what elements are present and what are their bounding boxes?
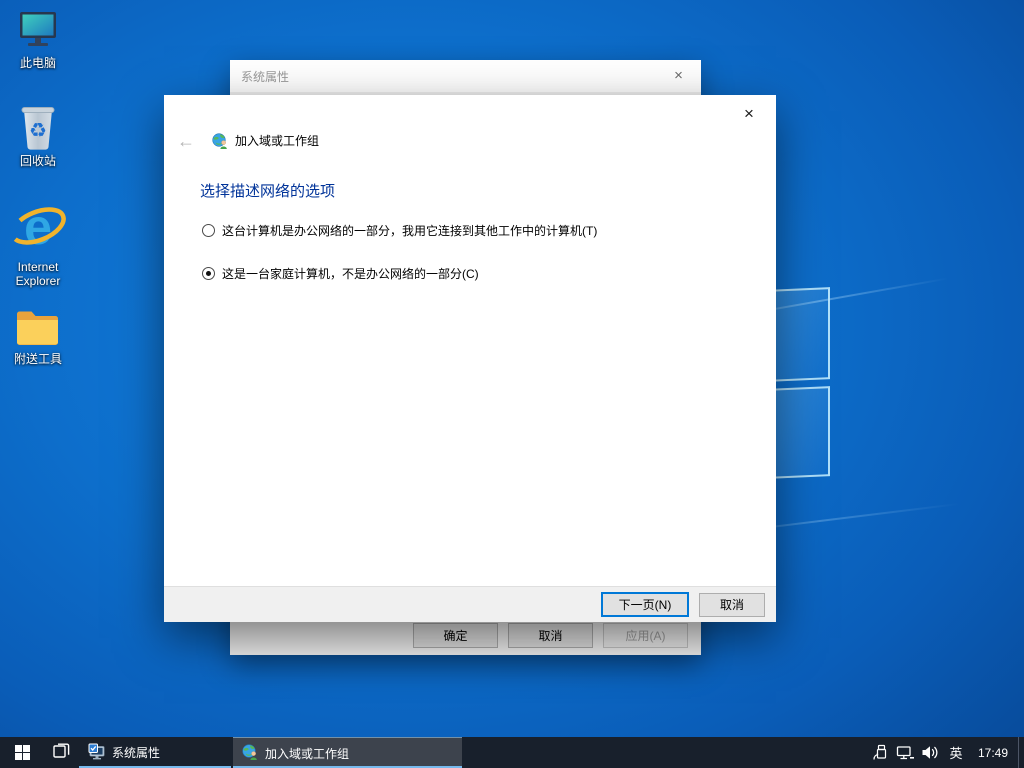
task-view-button[interactable] <box>44 737 78 768</box>
ok-button[interactable]: 确定 <box>413 623 498 648</box>
cancel-button[interactable]: 取消 <box>508 623 593 648</box>
task-view-icon <box>52 743 70 762</box>
folder-icon <box>4 306 72 348</box>
close-icon[interactable]: × <box>656 60 701 91</box>
system-tray: 英 17:49 <box>869 737 1024 768</box>
ime-language-indicator[interactable]: 英 <box>944 743 968 762</box>
windows-logo-icon <box>14 745 30 760</box>
taskbar-clock[interactable]: 17:49 <box>971 746 1015 760</box>
window-title: 系统属性 <box>241 69 290 84</box>
desktop-icon-this-pc[interactable]: 此电脑 <box>4 8 72 70</box>
apply-button: 应用(A) <box>603 623 688 648</box>
system-properties-icon <box>88 743 105 763</box>
domain-globe-icon <box>212 132 228 149</box>
usb-eject-icon[interactable] <box>869 737 891 768</box>
volume-icon[interactable] <box>919 737 941 768</box>
radio-unchecked-icon[interactable] <box>202 224 215 237</box>
taskbar-item-system-properties[interactable]: 系统属性 <box>79 737 231 768</box>
wizard-heading: 选择描述网络的选项 <box>200 183 336 200</box>
desktop-icon-label: 附送工具 <box>13 352 62 366</box>
desktop-icon-tools-folder[interactable]: 附送工具 <box>4 306 72 366</box>
desktop-icon-label: Internet Explorer <box>15 260 61 288</box>
internet-explorer-icon: e <box>4 200 72 256</box>
cancel-button[interactable]: 取消 <box>699 592 765 617</box>
desktop-icon-recycle-bin[interactable]: ♻ 回收站 <box>4 104 72 168</box>
desktop-icon-label: 此电脑 <box>19 56 56 70</box>
show-desktop-button[interactable] <box>1018 737 1024 768</box>
radio-option-label: 这台计算机是办公网络的一部分，我用它连接到其他工作中的计算机(T) <box>222 224 598 238</box>
join-domain-wizard-dialog: × ← 加入域或工作组 选择描述网络的选项 这台计算机是办公网络的一部分，我用它… <box>164 95 776 622</box>
desktop-icon-label: 回收站 <box>19 154 56 168</box>
taskbar-item-join-domain[interactable]: 加入域或工作组 <box>233 737 462 768</box>
radio-option-home-computer[interactable]: 这是一台家庭计算机，不是办公网络的一部分(C) <box>202 266 479 282</box>
this-pc-icon <box>4 8 72 52</box>
taskbar-item-label: 系统属性 <box>112 746 161 760</box>
start-button[interactable] <box>0 737 44 768</box>
radio-option-office-network[interactable]: 这台计算机是办公网络的一部分，我用它连接到其他工作中的计算机(T) <box>202 223 597 239</box>
desktop-icon-internet-explorer[interactable]: e Internet Explorer <box>4 200 72 288</box>
wizard-footer: 下一页(N) 取消 <box>164 586 776 622</box>
wizard-title: 加入域或工作组 <box>235 134 320 148</box>
taskbar-spacer <box>462 737 869 768</box>
svg-text:♻: ♻ <box>29 118 47 142</box>
domain-globe-icon <box>242 743 258 763</box>
close-icon[interactable]: × <box>731 100 767 128</box>
radio-checked-icon[interactable] <box>202 267 215 280</box>
recycle-bin-icon: ♻ <box>4 104 72 150</box>
network-icon[interactable] <box>894 737 916 768</box>
taskbar: 系统属性 加入域或工作组 英 17:49 <box>0 737 1024 768</box>
radio-option-label: 这是一台家庭计算机，不是办公网络的一部分(C) <box>222 267 479 281</box>
taskbar-item-label: 加入域或工作组 <box>265 746 350 761</box>
next-button[interactable]: 下一页(N) <box>601 592 689 617</box>
wizard-header: ← 加入域或工作组 <box>177 132 320 150</box>
system-properties-titlebar[interactable]: 系统属性 <box>230 60 701 92</box>
back-icon[interactable]: ← <box>177 132 195 150</box>
